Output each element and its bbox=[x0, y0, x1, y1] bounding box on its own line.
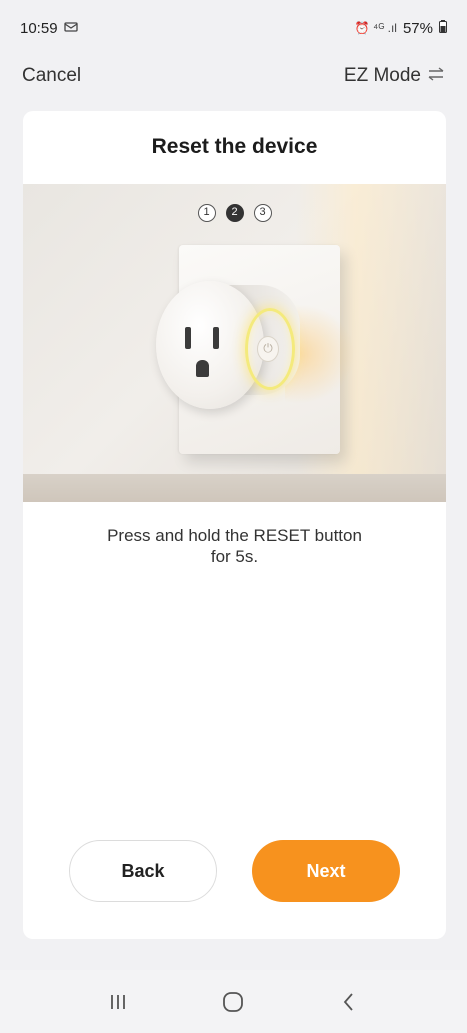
step-3: 3 bbox=[253, 204, 272, 222]
next-button[interactable]: Next bbox=[252, 840, 400, 902]
step-1: 1 bbox=[197, 204, 216, 222]
notification-icon bbox=[63, 20, 78, 37]
plug-slot bbox=[213, 327, 219, 349]
back-button[interactable]: Back bbox=[69, 840, 217, 902]
instruction-text: Press and hold the RESET button for 5s. bbox=[63, 525, 406, 567]
status-glyphs: ⏰ ⁴ᴳ .ıl bbox=[354, 21, 397, 35]
battery-percent: 57% bbox=[402, 19, 433, 37]
system-nav-bar bbox=[0, 970, 467, 1033]
battery-icon bbox=[439, 19, 447, 37]
back-chevron-icon[interactable] bbox=[329, 991, 369, 1013]
instruction-line-1: Press and hold the RESET button bbox=[107, 526, 362, 545]
plug-ground-hole bbox=[196, 360, 209, 377]
status-bar: 10:59 ⏰ ⁴ᴳ .ıl 57% bbox=[0, 0, 467, 56]
swap-icon bbox=[427, 66, 445, 86]
recents-icon[interactable] bbox=[98, 993, 138, 1011]
step-2-active: 2 bbox=[225, 204, 244, 222]
status-time: 10:59 bbox=[20, 19, 58, 37]
status-right: ⏰ ⁴ᴳ .ıl 57% bbox=[354, 19, 447, 37]
power-icon: ⏻ bbox=[257, 336, 279, 362]
reset-illustration: 1 2 3 ⏻ bbox=[23, 184, 446, 502]
step-indicator: 1 2 3 bbox=[23, 204, 446, 222]
instruction-line-2: for 5s. bbox=[210, 547, 259, 566]
plug-slot bbox=[185, 327, 191, 349]
reset-card: Reset the device 1 2 3 ⏻ Press and hold … bbox=[23, 111, 446, 939]
ez-mode-switch[interactable]: EZ Mode bbox=[344, 65, 445, 87]
cancel-link[interactable]: Cancel bbox=[22, 65, 81, 87]
home-icon[interactable] bbox=[213, 990, 253, 1014]
page-title: Reset the device bbox=[151, 135, 318, 158]
top-nav: Cancel EZ Mode bbox=[0, 56, 467, 96]
status-left: 10:59 bbox=[20, 20, 78, 37]
ez-mode-label: EZ Mode bbox=[343, 65, 421, 86]
